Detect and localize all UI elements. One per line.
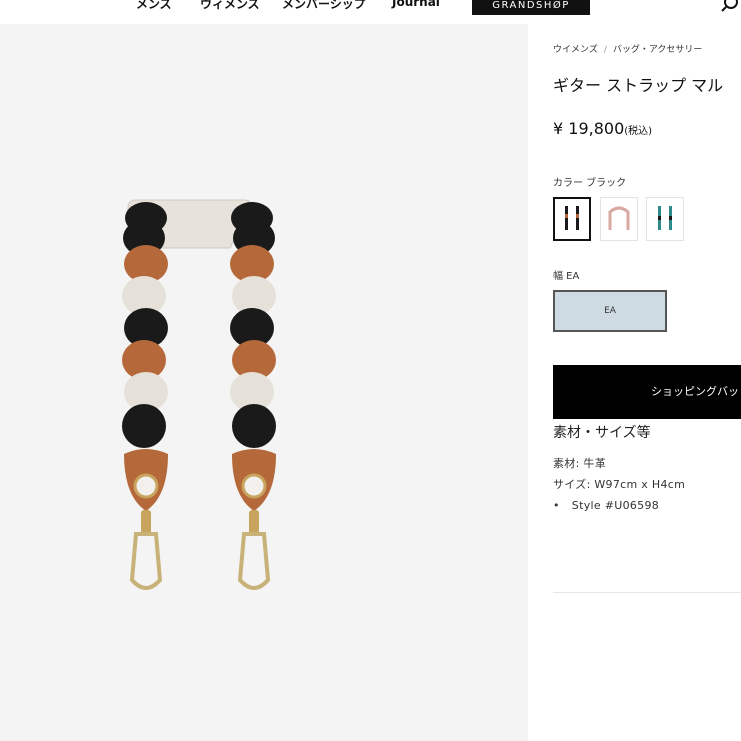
product-price: ¥ 19,800(税込) <box>553 119 652 138</box>
product-title: ギター ストラップ マル <box>553 76 724 95</box>
color-swatch-black[interactable] <box>553 197 591 241</box>
breadcrumb-womens[interactable]: ウイメンズ <box>553 45 598 55</box>
nav-item-womens[interactable]: ウィメンズ <box>200 0 260 12</box>
divider <box>553 592 741 593</box>
search-icon[interactable] <box>720 0 740 14</box>
width-label: 幅 EA <box>553 271 580 282</box>
size-text: サイズ: W97cm x H4cm <box>553 478 686 491</box>
grandshop-link[interactable]: GRANDSHØP <box>472 0 590 15</box>
nav-item-journal[interactable]: Journal <box>392 0 440 9</box>
guitar-strap-image <box>122 199 276 590</box>
tax-label: (税込) <box>624 126 653 137</box>
color-label: カラー ブラック <box>553 178 627 189</box>
spec-heading: 素材・サイズ等 <box>553 425 651 441</box>
product-image-panel <box>0 24 528 741</box>
style-number: • Style #U06598 <box>553 499 659 512</box>
breadcrumb: ウイメンズ / バッグ・アクセサリー <box>553 42 702 55</box>
color-swatch-teal[interactable] <box>646 197 684 241</box>
price-value: ¥ 19,800 <box>553 119 625 138</box>
product-detail-panel: ウイメンズ / バッグ・アクセサリー ギター ストラップ マル ¥ 19,800(税… <box>528 24 741 741</box>
material-text: 素材: 牛革 <box>553 457 607 470</box>
breadcrumb-separator: / <box>603 45 607 55</box>
size-option-ea[interactable]: EA <box>553 290 667 332</box>
nav-item-mens[interactable]: メンズ <box>136 0 172 12</box>
top-navigation: メンズ ウィメンズ メンバーシップ Journal GRANDSHØP <box>0 0 741 16</box>
color-swatch-pink[interactable] <box>600 197 638 241</box>
bullet: • <box>553 499 560 512</box>
nav-item-membership[interactable]: メンバーシップ <box>282 0 366 12</box>
add-to-shopping-bag-button[interactable]: ショッピングバッ <box>553 365 741 419</box>
breadcrumb-bags-accessories[interactable]: バッグ・アクセサリー <box>613 45 703 55</box>
style-text: Style #U06598 <box>571 499 660 512</box>
